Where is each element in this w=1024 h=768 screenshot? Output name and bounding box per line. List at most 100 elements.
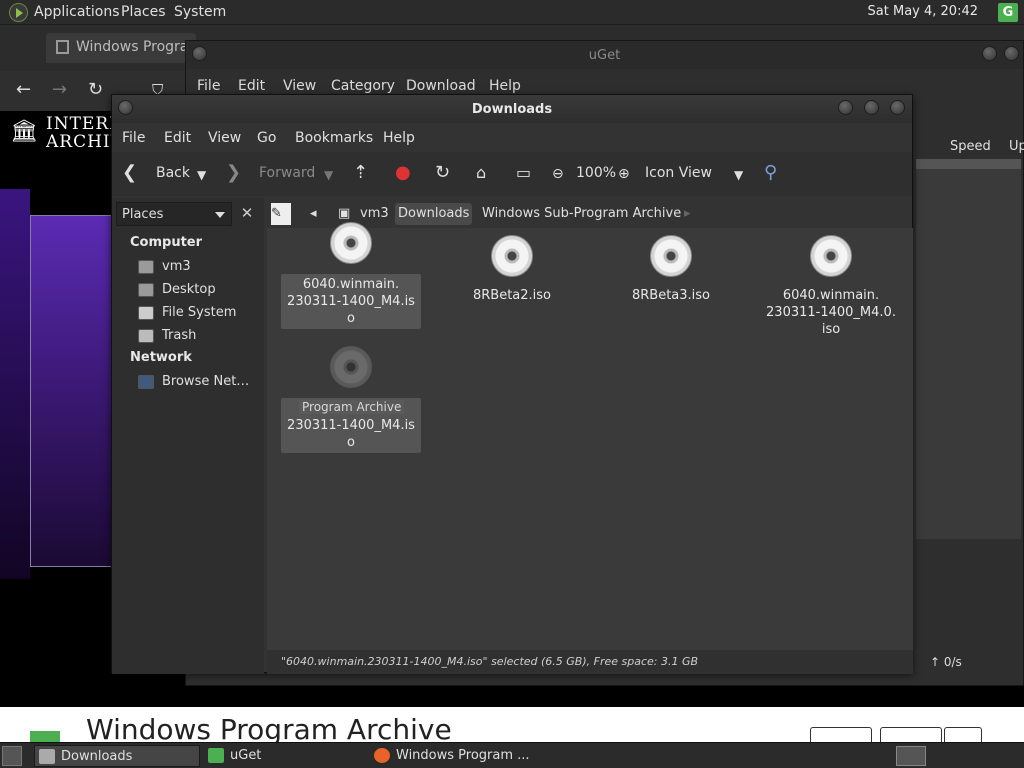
home-folder-icon[interactable]: ⌂ bbox=[476, 163, 486, 183]
disc-image-icon bbox=[330, 222, 372, 264]
browser-tab[interactable]: Windows Program bbox=[46, 33, 202, 63]
network-icon bbox=[138, 375, 154, 389]
archive-building-icon[interactable]: 🏛 bbox=[10, 119, 38, 151]
reload-icon[interactable]: ↻ bbox=[435, 163, 450, 183]
workspace-switcher[interactable] bbox=[896, 746, 926, 766]
file-name: 6040.winmain. 230311-1400_M4.0. iso bbox=[766, 288, 896, 337]
fm-menu-view[interactable]: View bbox=[208, 130, 241, 146]
sidebar-heading-computer: Computer bbox=[130, 235, 203, 250]
folder-icon bbox=[39, 749, 55, 764]
sidebar-item-vm3[interactable]: vm3 bbox=[138, 258, 262, 278]
sidebar-item-file-system[interactable]: File System bbox=[138, 304, 262, 324]
file-item[interactable]: 6040.winmain. 230311-1400_M4.iso bbox=[281, 222, 421, 329]
fm-maximize-button[interactable] bbox=[864, 100, 879, 115]
fm-menu-go[interactable]: Go bbox=[257, 130, 276, 146]
uget-minimize-button[interactable] bbox=[982, 46, 997, 61]
file-name: 8RBeta2.iso bbox=[472, 288, 552, 303]
fm-titlebar[interactable]: Downloads bbox=[112, 95, 912, 123]
trash-icon bbox=[138, 329, 154, 343]
home-folder-icon bbox=[138, 260, 154, 274]
file-name: 8RBeta3.iso bbox=[631, 288, 711, 303]
uget-maximize-button[interactable] bbox=[1004, 46, 1019, 61]
forward-button[interactable]: Forward bbox=[259, 165, 315, 181]
view-mode-select[interactable]: Icon View bbox=[645, 165, 712, 181]
zoom-in-icon[interactable]: ⊕ bbox=[618, 164, 630, 184]
forward-arrow-icon[interactable]: ❯ bbox=[226, 163, 241, 183]
file-item[interactable]: 8RBeta2.iso bbox=[442, 235, 582, 304]
uget-titlebar[interactable]: uGet bbox=[186, 41, 1023, 69]
up-arrow-icon[interactable]: ⇡ bbox=[353, 163, 368, 183]
file-item[interactable]: 6040.winmain. 230311-1400_M4.0. iso bbox=[761, 235, 901, 338]
fm-menu-help[interactable]: Help bbox=[383, 130, 415, 146]
computer-icon[interactable]: ▭ bbox=[516, 163, 531, 183]
task-browser[interactable]: Windows Program ... bbox=[370, 745, 540, 767]
fm-sidebar: Places ✕ Computer vm3 Desktop File Syste… bbox=[112, 198, 264, 674]
sidebar-heading-network: Network bbox=[130, 350, 192, 365]
sidebar-item-desktop[interactable]: Desktop bbox=[138, 281, 262, 301]
column-speed[interactable]: Speed bbox=[950, 139, 991, 154]
sidebar-close-icon[interactable]: ✕ bbox=[234, 202, 260, 226]
sidebar-item-browse-network[interactable]: Browse Net… bbox=[138, 373, 262, 393]
task-downloads[interactable]: Downloads bbox=[34, 745, 200, 767]
back-button[interactable]: Back bbox=[156, 165, 190, 181]
firefox-icon bbox=[374, 748, 390, 763]
uget-list-header: Speed Up bbox=[913, 136, 1024, 158]
upload-rate: ↑ 0/s bbox=[930, 655, 962, 669]
stop-icon[interactable]: ● bbox=[395, 163, 411, 183]
zoom-level: 100% bbox=[576, 165, 617, 181]
show-desktop-icon[interactable] bbox=[2, 746, 22, 766]
column-up[interactable]: Up bbox=[1009, 139, 1024, 154]
applications-menu[interactable]: Applications bbox=[34, 4, 120, 20]
chevron-down-icon bbox=[215, 212, 225, 218]
uget-menu-help[interactable]: Help bbox=[489, 78, 521, 94]
task-uget[interactable]: uGet bbox=[204, 745, 364, 767]
system-menu[interactable]: System bbox=[174, 4, 226, 20]
uget-title: uGet bbox=[588, 48, 621, 63]
uget-statusbar: ↑ 0/s bbox=[916, 651, 1024, 675]
path-segment-sub-archive[interactable]: Windows Sub-Program Archive bbox=[479, 203, 684, 225]
uget-tray-icon[interactable]: G bbox=[998, 3, 1018, 22]
desktop-folder-icon bbox=[138, 283, 154, 297]
disc-image-icon bbox=[330, 346, 372, 388]
back-arrow-icon[interactable]: ❮ bbox=[122, 163, 137, 183]
places-menu[interactable]: Places bbox=[121, 4, 166, 20]
fm-minimize-button[interactable] bbox=[838, 100, 853, 115]
disc-image-icon bbox=[810, 235, 852, 277]
forward-history-dropdown-icon[interactable]: ▼ bbox=[324, 165, 333, 185]
file-name: 6040.winmain. 230311-1400_M4.iso bbox=[281, 274, 421, 329]
uget-menu-download[interactable]: Download bbox=[406, 78, 476, 94]
hero-gradient-edge bbox=[0, 189, 30, 579]
status-text: "6040.winmain.230311-1400_M4.iso" select… bbox=[281, 655, 699, 668]
sidebar-item-trash[interactable]: Trash bbox=[138, 327, 262, 347]
reload-icon[interactable]: ↻ bbox=[88, 79, 103, 100]
view-mode-dropdown-icon[interactable]: ▼ bbox=[734, 165, 743, 185]
path-scroll-right-icon[interactable]: ▸ bbox=[681, 203, 694, 225]
file-item[interactable]: 8RBeta3.iso bbox=[601, 235, 741, 304]
drag-drop-hint: Program Archive bbox=[299, 400, 405, 414]
fm-icon-view[interactable]: 6040.winmain. 230311-1400_M4.iso 8RBeta2… bbox=[267, 222, 913, 650]
fm-menu-bookmarks[interactable]: Bookmarks bbox=[295, 130, 373, 146]
fm-title: Downloads bbox=[471, 102, 553, 117]
fm-menu-edit[interactable]: Edit bbox=[164, 130, 191, 146]
back-arrow-icon[interactable]: ← bbox=[16, 79, 31, 100]
uget-menu-edit[interactable]: Edit bbox=[238, 78, 265, 94]
applications-logo-icon[interactable] bbox=[9, 3, 28, 22]
fm-close-button[interactable] bbox=[890, 100, 905, 115]
disc-image-icon bbox=[491, 235, 533, 277]
clock[interactable]: Sat May 4, 20:42 bbox=[868, 4, 978, 19]
file-manager-window: Downloads File Edit View Go Bookmarks He… bbox=[111, 94, 913, 674]
fm-menu-file[interactable]: File bbox=[122, 130, 145, 146]
sidebar-places-select[interactable]: Places bbox=[116, 202, 232, 226]
zoom-out-icon[interactable]: ⊖ bbox=[552, 164, 564, 184]
uget-menu-category[interactable]: Category bbox=[331, 78, 395, 94]
uget-menu-view[interactable]: View bbox=[283, 78, 316, 94]
forward-arrow-icon[interactable]: → bbox=[52, 79, 67, 100]
uget-menu-file[interactable]: File bbox=[197, 78, 220, 94]
back-history-dropdown-icon[interactable]: ▼ bbox=[197, 165, 206, 185]
disc-image-icon bbox=[650, 235, 692, 277]
uget-download-list[interactable] bbox=[916, 159, 1021, 539]
places-select-label: Places bbox=[122, 207, 164, 222]
archive-favicon-icon bbox=[56, 40, 69, 54]
browser-tab-title: Windows Program bbox=[76, 39, 203, 55]
search-icon[interactable]: ⚲ bbox=[764, 163, 777, 183]
